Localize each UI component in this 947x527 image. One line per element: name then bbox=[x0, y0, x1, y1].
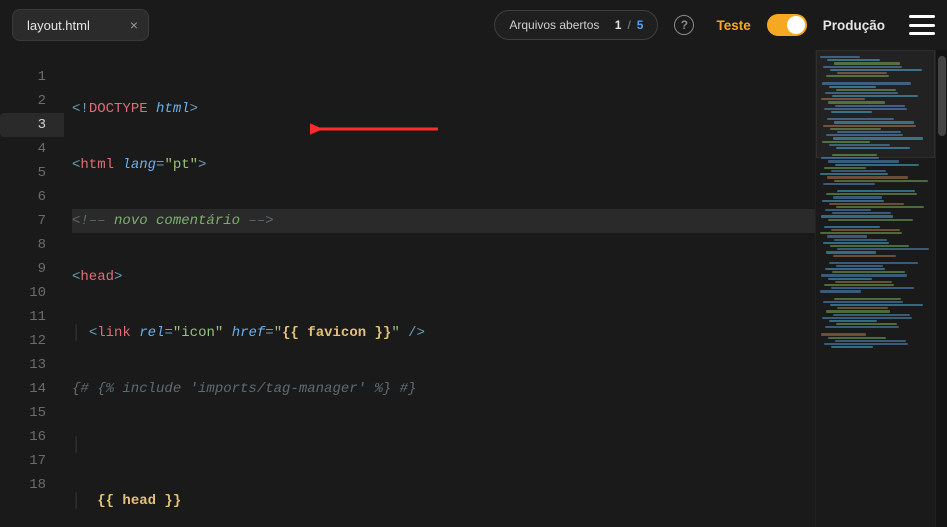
code-line[interactable]: <html lang="pt"> bbox=[72, 153, 815, 177]
open-files-total: 5 bbox=[637, 18, 644, 32]
line-number[interactable]: 4 bbox=[0, 137, 64, 161]
line-number[interactable]: 15 bbox=[0, 401, 64, 425]
file-tab[interactable]: layout.html × bbox=[12, 9, 149, 41]
top-bar: layout.html × Arquivos abertos 1 / 5 ? T… bbox=[0, 0, 947, 50]
test-mode-label: Teste bbox=[716, 18, 750, 33]
line-number[interactable]: 9 bbox=[0, 257, 64, 281]
line-number[interactable]: 2 bbox=[0, 89, 64, 113]
close-icon[interactable]: × bbox=[130, 18, 138, 32]
line-number[interactable]: 13 bbox=[0, 353, 64, 377]
menu-icon[interactable] bbox=[909, 15, 935, 35]
line-number[interactable]: 12 bbox=[0, 329, 64, 353]
code-line[interactable]: │ bbox=[72, 433, 815, 457]
line-number[interactable]: 11 bbox=[0, 305, 64, 329]
help-icon[interactable]: ? bbox=[674, 15, 694, 35]
open-files-label: Arquivos abertos bbox=[509, 18, 599, 32]
line-number[interactable]: 18 bbox=[0, 473, 64, 497]
line-number[interactable]: 7 bbox=[0, 209, 64, 233]
line-number[interactable]: 8 bbox=[0, 233, 64, 257]
line-number[interactable]: 14 bbox=[0, 377, 64, 401]
line-number[interactable]: 10 bbox=[0, 281, 64, 305]
env-toggle[interactable] bbox=[767, 14, 807, 36]
tab-filename: layout.html bbox=[27, 18, 90, 33]
minimap[interactable] bbox=[815, 50, 935, 527]
line-number[interactable]: 1 bbox=[0, 65, 64, 89]
open-files-pill[interactable]: Arquivos abertos 1 / 5 bbox=[494, 10, 658, 40]
line-number[interactable]: 3 bbox=[0, 113, 64, 137]
code-line[interactable]: <!DOCTYPE html> bbox=[72, 97, 815, 121]
editor-area: 1 2 3 4 5 6 7 8 9 10 11 12 13 14 15 16 1… bbox=[0, 50, 947, 527]
line-number-gutter: 1 2 3 4 5 6 7 8 9 10 11 12 13 14 15 16 1… bbox=[0, 50, 64, 527]
code-line[interactable]: │ {{ head }} bbox=[72, 489, 815, 513]
line-number[interactable]: 16 bbox=[0, 425, 64, 449]
code-line[interactable]: {# {% include 'imports/tag-manager' %} #… bbox=[72, 377, 815, 401]
line-number[interactable]: 17 bbox=[0, 449, 64, 473]
scrollbar-thumb[interactable] bbox=[938, 56, 946, 136]
code-line[interactable]: <head> bbox=[72, 265, 815, 289]
line-number[interactable]: 6 bbox=[0, 185, 64, 209]
line-number[interactable]: 5 bbox=[0, 161, 64, 185]
open-files-current: 1 bbox=[615, 18, 622, 32]
code-view[interactable]: <!DOCTYPE html> <html lang="pt"> <!–– no… bbox=[64, 50, 815, 527]
prod-mode-label: Produção bbox=[823, 18, 885, 33]
scrollbar-track[interactable] bbox=[935, 50, 947, 527]
annotation-arrow-icon bbox=[310, 121, 440, 137]
code-line[interactable]: │ <link rel="icon" href="{{ favicon }}" … bbox=[72, 321, 815, 345]
code-line[interactable]: <!–– novo comentário ––> bbox=[72, 209, 815, 233]
minimap-viewport[interactable] bbox=[816, 50, 935, 158]
